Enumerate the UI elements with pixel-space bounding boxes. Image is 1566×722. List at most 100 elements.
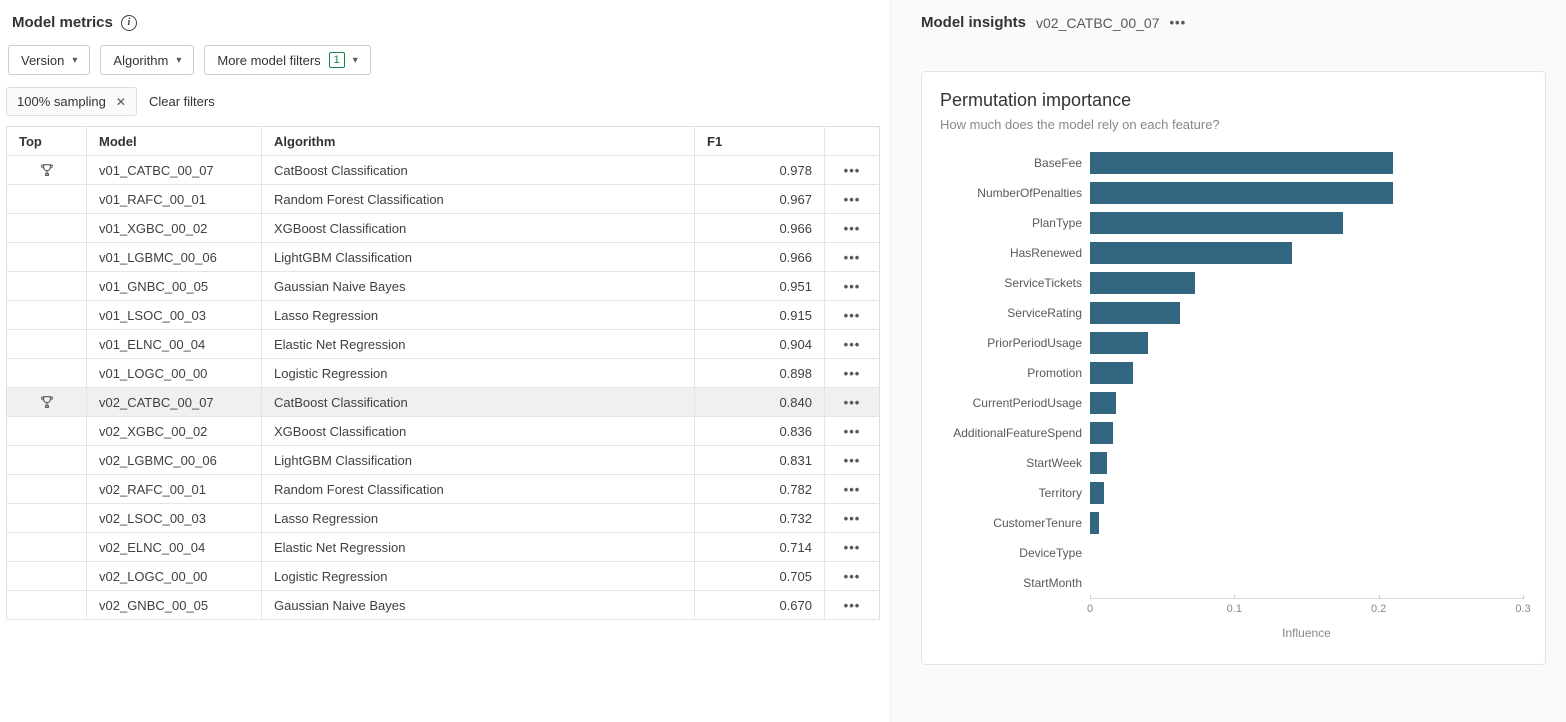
- col-model[interactable]: Model: [87, 127, 262, 156]
- cell-actions: •••: [825, 359, 880, 388]
- table-row[interactable]: v01_CATBC_00_07CatBoost Classification0.…: [7, 156, 880, 185]
- cell-model: v01_RAFC_00_01: [87, 185, 262, 214]
- chart-bar[interactable]: [1090, 332, 1148, 354]
- cell-actions: •••: [825, 417, 880, 446]
- chart-bar-track: [1090, 452, 1523, 474]
- insights-actions[interactable]: •••: [1169, 15, 1186, 30]
- chart-bar[interactable]: [1090, 152, 1393, 174]
- cell-algorithm: Lasso Regression: [262, 301, 695, 330]
- table-row[interactable]: v02_LOGC_00_00Logistic Regression0.705••…: [7, 562, 880, 591]
- row-actions[interactable]: •••: [844, 163, 861, 178]
- cell-f1: 0.915: [695, 301, 825, 330]
- chart-bar[interactable]: [1090, 362, 1133, 384]
- chart-bar[interactable]: [1090, 272, 1195, 294]
- cell-actions: •••: [825, 272, 880, 301]
- chart-bar-track: [1090, 392, 1523, 414]
- chevron-down-icon: ▾: [176, 55, 181, 66]
- table-row[interactable]: v02_RAFC_00_01Random Forest Classificati…: [7, 475, 880, 504]
- row-actions[interactable]: •••: [844, 250, 861, 265]
- cell-f1: 0.898: [695, 359, 825, 388]
- chart-category-label: Promotion: [940, 366, 1090, 380]
- clear-filters-link[interactable]: Clear filters: [149, 94, 215, 109]
- row-actions[interactable]: •••: [844, 569, 861, 584]
- cell-algorithm: Random Forest Classification: [262, 185, 695, 214]
- chart-bar[interactable]: [1090, 482, 1104, 504]
- chart-bar[interactable]: [1090, 242, 1292, 264]
- chart-bar-track: [1090, 212, 1523, 234]
- cell-algorithm: CatBoost Classification: [262, 156, 695, 185]
- chart-bar[interactable]: [1090, 422, 1113, 444]
- trophy-icon: [39, 162, 55, 178]
- row-actions[interactable]: •••: [844, 424, 861, 439]
- table-row[interactable]: v01_LSOC_00_03Lasso Regression0.915 •••: [7, 301, 880, 330]
- cell-actions: •••: [825, 156, 880, 185]
- cell-actions: •••: [825, 562, 880, 591]
- chart-bar-row: ServiceRating: [940, 298, 1523, 328]
- more-filters[interactable]: More model filters 1 ▾: [204, 45, 370, 75]
- table-row[interactable]: v01_RAFC_00_01Random Forest Classificati…: [7, 185, 880, 214]
- cell-top: [7, 417, 87, 446]
- metrics-title: Model metrics: [12, 14, 113, 31]
- table-row[interactable]: v02_GNBC_00_05Gaussian Naive Bayes0.670•…: [7, 591, 880, 620]
- cell-model: v01_LGBMC_00_06: [87, 243, 262, 272]
- cell-model: v01_LSOC_00_03: [87, 301, 262, 330]
- row-actions[interactable]: •••: [844, 395, 861, 410]
- cell-actions: •••: [825, 591, 880, 620]
- row-actions[interactable]: •••: [844, 221, 861, 236]
- chart-bar-row: Territory: [940, 478, 1523, 508]
- table-row[interactable]: v01_GNBC_00_05Gaussian Naive Bayes0.951•…: [7, 272, 880, 301]
- cell-model: v01_XGBC_00_02: [87, 214, 262, 243]
- cell-top: [7, 475, 87, 504]
- table-row[interactable]: v01_XGBC_00_02XGBoost Classification0.96…: [7, 214, 880, 243]
- chart-category-label: HasRenewed: [940, 246, 1090, 260]
- table-row[interactable]: v02_XGBC_00_02XGBoost Classification0.83…: [7, 417, 880, 446]
- sampling-chip[interactable]: 100% sampling ✕: [6, 87, 137, 116]
- chart-bar[interactable]: [1090, 512, 1099, 534]
- col-algorithm[interactable]: Algorithm: [262, 127, 695, 156]
- table-row[interactable]: v02_ELNC_00_04Elastic Net Regression0.71…: [7, 533, 880, 562]
- chevron-down-icon: ▾: [72, 55, 77, 66]
- cell-algorithm: Elastic Net Regression: [262, 330, 695, 359]
- cell-model: v01_LOGC_00_00: [87, 359, 262, 388]
- chart-bar[interactable]: [1090, 302, 1180, 324]
- version-filter[interactable]: Version ▾: [8, 45, 90, 75]
- model-insights-panel: Model insights v02_CATBC_00_07 ••• Permu…: [890, 0, 1566, 722]
- info-icon[interactable]: i: [121, 15, 137, 31]
- table-row[interactable]: v01_LGBMC_00_06LightGBM Classification0.…: [7, 243, 880, 272]
- chart-category-label: BaseFee: [940, 156, 1090, 170]
- cell-f1: 0.670: [695, 591, 825, 620]
- row-actions[interactable]: •••: [844, 279, 861, 294]
- table-row[interactable]: v01_ELNC_00_04Elastic Net Regression0.90…: [7, 330, 880, 359]
- chart-bar-row: CustomerTenure: [940, 508, 1523, 538]
- row-actions[interactable]: •••: [844, 366, 861, 381]
- chart-bar[interactable]: [1090, 452, 1107, 474]
- row-actions[interactable]: •••: [844, 337, 861, 352]
- col-top[interactable]: Top: [7, 127, 87, 156]
- row-actions[interactable]: •••: [844, 598, 861, 613]
- row-actions[interactable]: •••: [844, 511, 861, 526]
- table-row[interactable]: v01_LOGC_00_00Logistic Regression0.898••…: [7, 359, 880, 388]
- chart-tick-label: 0.3: [1515, 603, 1530, 615]
- active-filters: 100% sampling ✕ Clear filters: [6, 87, 880, 116]
- cell-model: v01_CATBC_00_07: [87, 156, 262, 185]
- cell-top: [7, 533, 87, 562]
- close-icon[interactable]: ✕: [116, 95, 126, 109]
- row-actions[interactable]: •••: [844, 192, 861, 207]
- algorithm-filter[interactable]: Algorithm ▾: [100, 45, 194, 75]
- table-row[interactable]: v02_CATBC_00_07CatBoost Classification0.…: [7, 388, 880, 417]
- cell-actions: •••: [825, 533, 880, 562]
- row-actions[interactable]: •••: [844, 482, 861, 497]
- col-f1[interactable]: F1: [695, 127, 825, 156]
- chart-bar[interactable]: [1090, 182, 1393, 204]
- table-row[interactable]: v02_LSOC_00_03Lasso Regression0.732•••: [7, 504, 880, 533]
- cell-top: [7, 214, 87, 243]
- chart-bar[interactable]: [1090, 212, 1343, 234]
- cell-algorithm: Lasso Regression: [262, 504, 695, 533]
- row-actions[interactable]: •••: [844, 453, 861, 468]
- cell-algorithm: LightGBM Classification: [262, 446, 695, 475]
- chart-bar[interactable]: [1090, 392, 1116, 414]
- models-table: Top Model Algorithm F1 v01_CATBC_00_07Ca…: [6, 126, 880, 620]
- row-actions[interactable]: •••: [844, 540, 861, 555]
- row-actions[interactable]: •••: [844, 308, 861, 323]
- table-row[interactable]: v02_LGBMC_00_06LightGBM Classification0.…: [7, 446, 880, 475]
